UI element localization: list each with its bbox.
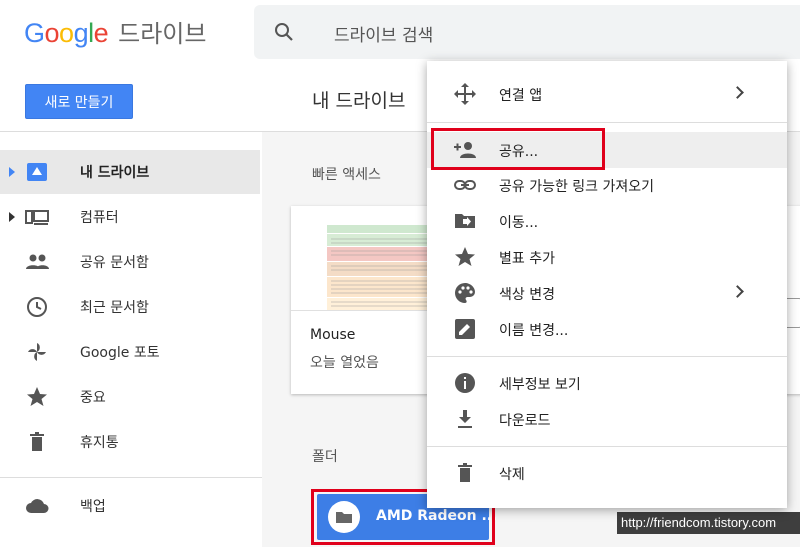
sidebar-item-backup[interactable]: 백업 xyxy=(0,484,260,528)
expand-caret-icon[interactable] xyxy=(9,167,15,177)
file-subtitle: 오늘 열었음 xyxy=(310,355,379,371)
file-name: Mouse xyxy=(310,327,356,343)
menu-divider xyxy=(427,446,787,447)
menu-item-label: 세부정보 보기 xyxy=(499,377,581,393)
star-icon xyxy=(455,247,475,266)
google-drive-logo[interactable]: Google 드라이브 xyxy=(24,14,206,50)
search-icon[interactable] xyxy=(272,20,296,44)
logo-letter: o xyxy=(59,18,74,48)
sidebar-item-computers[interactable]: 컴퓨터 xyxy=(0,195,260,239)
menu-item-label: 이동... xyxy=(499,215,539,231)
sidebar-item-label: 내 드라이브 xyxy=(80,165,150,181)
menu-item-label: 삭제 xyxy=(499,467,525,483)
logo-letter: g xyxy=(73,18,89,48)
menu-item-open-with[interactable]: 연결 앱 xyxy=(427,76,787,112)
sidebar-item-label: 공유 문서함 xyxy=(80,255,149,271)
menu-item-rename[interactable]: 이름 변경... xyxy=(427,311,787,347)
menu-item-label: 공유 가능한 링크 가져오기 xyxy=(499,179,655,195)
menu-item-change-color[interactable]: 색상 변경 xyxy=(427,275,787,311)
computer-icon xyxy=(25,210,49,225)
cloud-icon xyxy=(26,499,49,513)
photos-icon xyxy=(28,343,46,361)
sidebar-item-label: 컴퓨터 xyxy=(80,210,119,226)
sidebar: 내 드라이브 컴퓨터 공유 문서함 최근 문서함 Google 포토 중요 휴지… xyxy=(0,132,262,547)
link-icon xyxy=(454,180,476,190)
sidebar-item-recent[interactable]: 최근 문서함 xyxy=(0,285,260,329)
search-placeholder: 드라이브 검색 xyxy=(334,26,434,46)
menu-item-move[interactable]: 이동... xyxy=(427,203,787,239)
sidebar-item-label: Google 포토 xyxy=(80,345,160,361)
menu-item-add-star[interactable]: 별표 추가 xyxy=(427,239,787,275)
info-icon xyxy=(455,373,475,393)
sidebar-item-label: 중요 xyxy=(80,390,106,406)
chevron-right-icon xyxy=(731,86,744,99)
search-input[interactable]: 드라이브 검색 xyxy=(254,5,800,59)
product-name: 드라이브 xyxy=(118,20,207,48)
sidebar-item-label: 백업 xyxy=(80,499,106,515)
drive-icon xyxy=(27,163,47,181)
sidebar-item-shared[interactable]: 공유 문서함 xyxy=(0,240,260,284)
sidebar-item-starred[interactable]: 중요 xyxy=(0,375,260,419)
menu-item-label: 색상 변경 xyxy=(499,287,555,303)
logo-letter: o xyxy=(44,18,60,48)
logo-letter: e xyxy=(93,18,109,48)
sidebar-item-photos[interactable]: Google 포토 xyxy=(0,330,260,374)
logo-letter: G xyxy=(24,18,45,48)
palette-icon xyxy=(455,283,475,303)
menu-divider xyxy=(427,122,787,123)
edit-icon xyxy=(455,319,475,339)
menu-item-label: 다운로드 xyxy=(499,413,551,429)
trash-icon xyxy=(30,432,44,451)
sidebar-item-label: 최근 문서함 xyxy=(80,300,149,316)
expand-caret-icon[interactable] xyxy=(9,212,15,222)
menu-item-details[interactable]: 세부정보 보기 xyxy=(427,365,787,401)
menu-item-label: 연결 앱 xyxy=(499,88,543,104)
top-header: Google 드라이브 드라이브 검색 xyxy=(0,0,800,66)
download-icon xyxy=(458,410,472,428)
highlight-box-share xyxy=(431,128,605,170)
folder-move-icon xyxy=(455,214,475,228)
quick-access-heading: 빠른 액세스 xyxy=(312,167,381,183)
star-icon xyxy=(27,387,47,406)
menu-item-label: 별표 추가 xyxy=(499,251,555,267)
sidebar-divider xyxy=(0,477,262,478)
watermark-text: http://friendcom.tistory.com xyxy=(617,512,800,534)
people-icon xyxy=(26,254,49,269)
new-button[interactable]: 새로 만들기 xyxy=(25,84,133,119)
folders-heading: 폴더 xyxy=(312,449,338,465)
menu-divider xyxy=(427,356,787,357)
chevron-right-icon xyxy=(731,285,744,298)
move-arrows-icon xyxy=(454,83,476,105)
menu-item-label: 이름 변경... xyxy=(499,323,569,339)
google-wordmark: Google xyxy=(24,18,109,49)
sidebar-item-label: 휴지통 xyxy=(80,435,119,451)
clock-icon xyxy=(27,297,47,317)
page-title[interactable]: 내 드라이브 xyxy=(312,86,405,113)
menu-item-delete[interactable]: 삭제 xyxy=(427,455,787,491)
menu-item-get-link[interactable]: 공유 가능한 링크 가져오기 xyxy=(427,167,787,203)
menu-item-download[interactable]: 다운로드 xyxy=(427,401,787,437)
sidebar-item-trash[interactable]: 휴지통 xyxy=(0,420,260,464)
trash-icon xyxy=(458,463,472,482)
sidebar-item-my-drive[interactable]: 내 드라이브 xyxy=(0,150,260,194)
